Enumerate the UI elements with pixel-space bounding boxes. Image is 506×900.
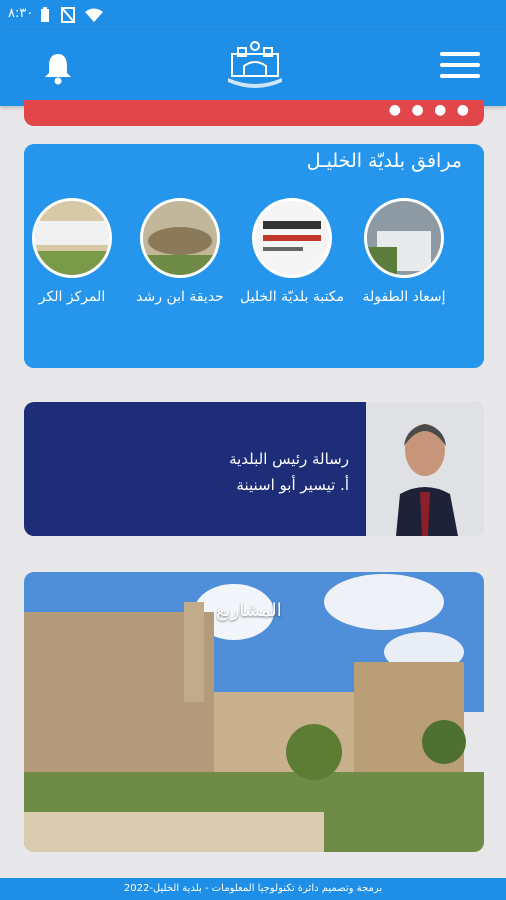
status-bar: ٨:٣٠ [0, 0, 506, 30]
menu-icon[interactable] [440, 52, 480, 82]
facility-image [364, 198, 444, 278]
municipality-logo [228, 41, 282, 88]
mayor-photo [366, 402, 484, 536]
status-time: ٨:٣٠ [8, 6, 34, 21]
slider-banner[interactable]: ● ● ● ● [24, 100, 484, 126]
facility-image [32, 198, 112, 278]
facility-label: مكتبة بلديّة الخليل [239, 289, 345, 305]
facility-image [140, 198, 220, 278]
footer-credit: برمجة وتصميم دائرة تكنولوجيا المعلومات -… [0, 878, 506, 900]
facilities-section: مرافق بلديّة الخليـل إسعاد الطفولة مكتبة… [24, 144, 484, 368]
mayor-message-card[interactable]: رسالة رئيس البلدية أ. تيسير أبو اسنينة [24, 402, 484, 536]
facility-item[interactable]: إسعاد الطفولة [348, 198, 460, 310]
bell-icon[interactable] [40, 50, 76, 86]
facility-item[interactable]: مكتبة بلديّة الخليل [236, 198, 348, 310]
facility-image [252, 198, 332, 278]
app-bar [0, 30, 506, 106]
facility-label: إسعاد الطفولة [362, 289, 446, 305]
wifi-icon [85, 8, 103, 22]
facility-item[interactable]: حديقة ابن رشد [124, 198, 236, 310]
facility-label: المركز الكر [38, 289, 106, 305]
facilities-title: مرافق بلديّة الخليـل [306, 150, 462, 172]
mayor-message-title: رسالة رئيس البلدية [229, 450, 349, 468]
facility-item[interactable]: المركز الكر [24, 198, 128, 310]
battery-icon [41, 7, 49, 22]
mayor-name: أ. تيسير أبو اسنينة [236, 476, 349, 494]
facility-label: حديقة ابن رشد [136, 289, 224, 305]
slider-dots[interactable]: ● ● ● ● [389, 102, 472, 118]
no-sim-icon [61, 7, 75, 23]
projects-card[interactable]: المشاريع [24, 572, 484, 852]
projects-label: المشاريع [216, 600, 282, 621]
